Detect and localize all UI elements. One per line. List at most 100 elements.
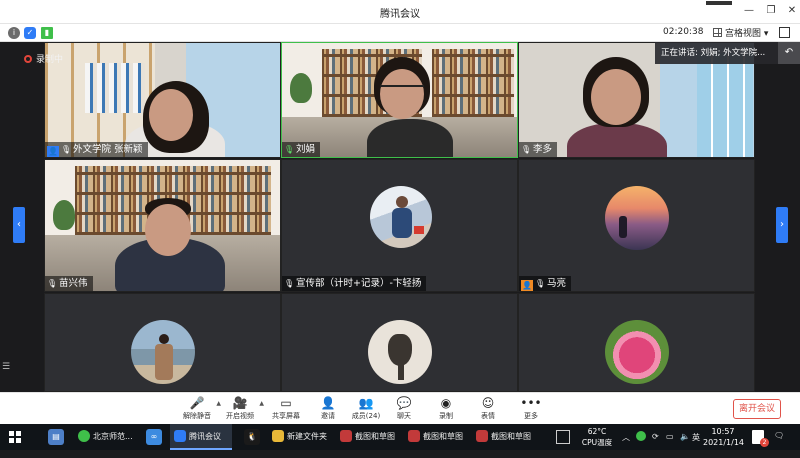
ime-icon[interactable]: 英 <box>692 432 700 458</box>
file-explorer-icon[interactable]: ▤ <box>48 429 64 445</box>
network-signal-icon[interactable]: ▮ <box>41 27 53 39</box>
person-face <box>380 69 424 119</box>
video-tile-5[interactable]: 🎙 宣传部（计时+记录）-卞轻扬 <box>281 159 518 292</box>
taskbar-app-label: 截图和草图 <box>355 432 395 441</box>
participant-nametag: 🎙 刘娟 <box>282 142 321 157</box>
list-icon[interactable]: ☰ <box>2 362 18 374</box>
video-off-icon: 🎥 <box>232 396 248 410</box>
meeting-app-icon <box>174 430 186 442</box>
next-page-button[interactable]: › <box>776 207 788 243</box>
chat-button[interactable]: 💬 聊天 <box>382 396 426 421</box>
participant-avatar <box>605 186 669 250</box>
share-screen-label: 共享屏幕 <box>272 412 300 420</box>
person-face <box>591 69 641 125</box>
emoji-button[interactable]: ☺ 表情 <box>466 396 510 421</box>
qq-icon[interactable]: 🐧 <box>244 429 260 445</box>
participant-avatar <box>370 186 432 248</box>
person-face <box>149 89 193 141</box>
avatar-figure-body <box>155 344 173 380</box>
record-dot-icon <box>24 55 32 63</box>
taskbar-app-label: 截图和草图 <box>491 432 531 441</box>
chevron-up-icon[interactable]: ︿ <box>622 432 630 458</box>
taskbar-app-label: 腾讯会议 <box>189 432 221 441</box>
person-face <box>145 204 191 256</box>
meeting-window: 腾讯会议 — ❐ ✕ i ✓ ▮ 02:20:38 宫格视图 ▾ 👤 🎙 外文学院 … <box>0 0 800 424</box>
window-title: 腾讯会议 <box>380 9 420 20</box>
windows-start-icon[interactable] <box>9 431 21 443</box>
mic-active-icon: 🎙 <box>284 145 295 154</box>
host-icon: 👤 <box>47 146 59 157</box>
unmute-button[interactable]: 🎤 解除静音 ▲ <box>175 396 221 421</box>
action-center-icon[interactable]: 🗨 <box>774 431 784 457</box>
battery-icon[interactable]: ▭ <box>666 432 674 458</box>
video-tile-6[interactable]: 👤 🎙 马亮 <box>518 159 755 292</box>
taskbar-app-folder[interactable]: 新建文件夹 <box>268 424 332 450</box>
taskbar-app-snip-3[interactable]: 截图和草图 <box>472 424 536 450</box>
participant-nametag: 🎙 宣传部（计时+记录）-卞轻扬 <box>282 276 427 291</box>
chat-icon: 💬 <box>396 396 412 410</box>
recording-label: 录制中 <box>36 55 64 65</box>
participant-name: 马亮 <box>547 278 567 289</box>
collapse-icon[interactable]: ↶ <box>778 42 800 64</box>
window-view <box>697 53 753 157</box>
wechat-tray-icon[interactable] <box>636 431 646 441</box>
prev-page-button[interactable]: ‹ <box>13 207 25 243</box>
avatar-figure-head <box>159 334 169 344</box>
restore-icon[interactable]: ❐ <box>764 4 778 18</box>
snip-sketch-icon <box>476 430 488 442</box>
meeting-timer: 02:20:38 <box>663 27 704 37</box>
speaking-indicator: 正在讲话: 刘娟; 外文学院... ↶ <box>655 42 800 64</box>
record-button[interactable]: ◉ 录制 <box>424 396 468 421</box>
minimize-icon[interactable]: — <box>742 4 756 18</box>
volume-icon[interactable]: 🔈 <box>680 432 690 458</box>
system-clock[interactable]: 10:57 2021/1/14 <box>703 426 744 448</box>
smiley-icon: ☺ <box>481 396 495 410</box>
notification-badge: 2 <box>760 438 769 447</box>
avatar-figure-head <box>396 196 408 208</box>
share-screen-button[interactable]: ▭ 共享屏幕 <box>264 396 308 421</box>
video-tile-1[interactable]: 👤 🎙 外文学院 张新颖 <box>44 42 281 158</box>
shield-icon[interactable]: ✓ <box>24 27 36 39</box>
video-tile-2[interactable]: 🎙 刘娟 <box>281 42 518 158</box>
screen-share-icon: ▭ <box>280 396 292 410</box>
more-button[interactable]: ••• 更多 <box>509 396 553 421</box>
meeting-controls: 🎤 解除静音 ▲ 🎥 开启视频 ▲ ▭ 共享屏幕 👤 邀请 👥 成员(24) 💬 聊天 ◉ 录制 … <box>0 392 800 424</box>
taskbar-app-snip-1[interactable]: 截图和草图 <box>336 424 400 450</box>
emoji-label: 表情 <box>481 412 495 420</box>
video-tile-4[interactable]: 🎙 苗兴伟 <box>44 159 281 292</box>
record-label: 录制 <box>439 412 453 420</box>
video-tile-9[interactable] <box>518 293 755 392</box>
start-video-label: 开启视频 <box>226 412 254 420</box>
video-tile-7[interactable] <box>44 293 281 392</box>
close-icon[interactable]: ✕ <box>785 4 799 18</box>
chat-label: 聊天 <box>397 412 411 420</box>
task-manager-icon[interactable] <box>556 430 570 444</box>
avatar-flag <box>414 226 424 234</box>
snip-sketch-icon <box>340 430 352 442</box>
info-icon[interactable]: i <box>8 27 20 39</box>
video-tile-8[interactable] <box>281 293 518 392</box>
participant-nametag: 👤 🎙 外文学院 张新颖 <box>45 142 148 157</box>
windows-taskbar: ▤ 北京师范... ∞ 腾讯会议 🐧 新建文件夹 截图和草图 截图和草图 截图和… <box>0 424 800 450</box>
bookcase-right <box>432 49 514 117</box>
taskbar-app-snip-2[interactable]: 截图和草图 <box>404 424 468 450</box>
mic-muted-icon: 🎙 <box>284 279 295 288</box>
title-bar: 腾讯会议 — ❐ ✕ <box>0 0 800 24</box>
mic-muted-icon: 🎙 <box>61 145 72 154</box>
taskbar-app-browser[interactable]: 北京师范... <box>74 424 136 450</box>
title-bar-indicator <box>706 1 732 5</box>
status-row: i ✓ ▮ 02:20:38 宫格视图 ▾ <box>0 24 800 42</box>
plant <box>53 200 75 230</box>
participant-name: 外文学院 张新颖 <box>73 144 143 155</box>
network-app-icon[interactable]: ∞ <box>146 429 162 445</box>
participant-name: 宣传部（计时+记录）-卞轻扬 <box>296 278 422 289</box>
person-body <box>567 123 667 157</box>
snip-sketch-icon <box>408 430 420 442</box>
fullscreen-icon[interactable] <box>779 27 790 38</box>
leave-meeting-button[interactable]: 离开会议 <box>733 399 781 419</box>
taskbar-app-meeting[interactable]: 腾讯会议 <box>170 424 232 450</box>
start-video-button[interactable]: 🎥 开启视频 ▲ <box>218 396 264 421</box>
grid-view-button[interactable]: 宫格视图 ▾ <box>713 26 768 39</box>
mic-muted-icon: 🎙 <box>521 145 532 154</box>
sync-icon[interactable]: ⟳ <box>652 432 659 458</box>
